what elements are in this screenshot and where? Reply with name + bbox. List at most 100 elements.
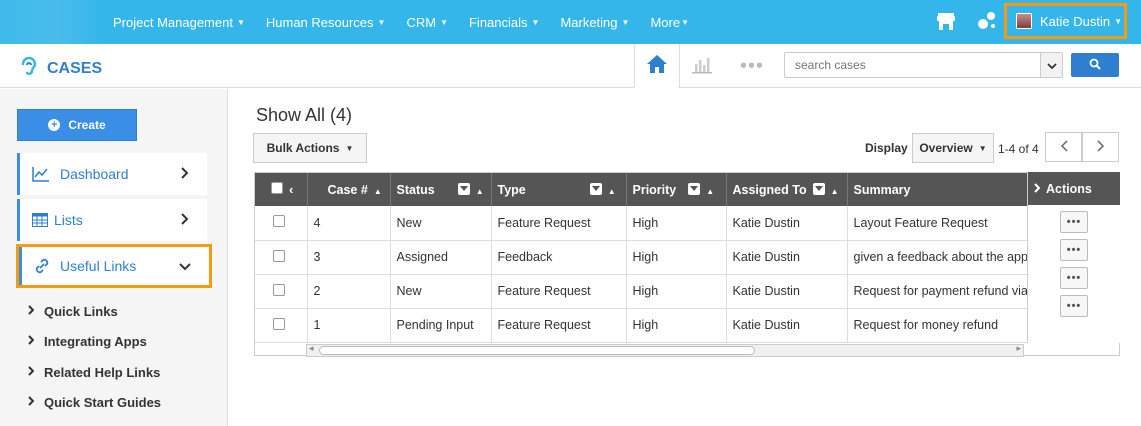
row-checkbox[interactable] (273, 249, 285, 262)
app-logo[interactable] (0, 0, 100, 44)
home-icon (646, 54, 668, 77)
priority-cell: High (626, 206, 727, 241)
sidebar-item-label: Dashboard (60, 166, 129, 182)
select-all-checkbox[interactable] (271, 182, 283, 194)
priority-cell: High (626, 240, 727, 275)
filter-icon[interactable] (688, 182, 701, 195)
ellipsis-icon: ••• (1066, 244, 1082, 256)
integrating-apps-item[interactable]: Integrating Apps (28, 334, 147, 349)
actions-header-label: Actions (1046, 181, 1092, 196)
chevron-down-icon (1046, 58, 1057, 73)
status-cell: New (390, 274, 492, 309)
row-checkbox[interactable] (273, 317, 285, 330)
chevron-right-icon (28, 335, 35, 348)
quick-start-guides-item[interactable]: Quick Start Guides (28, 395, 161, 410)
nav-label: Financials (468, 14, 528, 30)
filter-icon[interactable] (457, 182, 470, 195)
nav-marketing[interactable]: Marketing ▼ (560, 15, 629, 30)
type-cell: Feature Request (491, 308, 627, 343)
cases-table: ‹ Case # ▲ Status ▲ Type ▲ Priority ▲ Assign… (254, 172, 1120, 356)
horizontal-scrollbar[interactable]: ◂ ▸ (306, 343, 1024, 357)
scroll-right-icon[interactable]: ▸ (1016, 343, 1021, 354)
sidebar-item-dashboard[interactable]: Dashboard (17, 153, 207, 195)
create-button[interactable]: + Create (17, 109, 137, 141)
caret-down-icon: ▼ (1114, 16, 1123, 26)
reports-view-button[interactable] (679, 44, 723, 88)
quick-links-item[interactable]: Quick Links (28, 304, 118, 319)
column-header-summary[interactable]: Summary (847, 173, 1036, 206)
sidebar: + Create Dashboard Lists Useful Links Qu… (0, 89, 228, 426)
row-actions-button[interactable]: ••• (1060, 267, 1088, 289)
column-header-priority[interactable]: Priority ▲ (626, 173, 727, 206)
row-actions-button[interactable]: ••• (1060, 211, 1088, 233)
related-help-links-item[interactable]: Related Help Links (28, 365, 160, 380)
column-header-case[interactable]: Case # ▲ (307, 173, 391, 206)
nav-financials[interactable]: Financials ▼ (469, 15, 539, 30)
assigned-cell: Katie Dustin (726, 274, 848, 309)
search-input[interactable] (785, 53, 1035, 77)
select-all-header: ‹ (255, 173, 308, 206)
home-view-button[interactable] (634, 44, 678, 88)
ellipsis-icon: ••• (1066, 272, 1082, 284)
summary-cell[interactable]: Request for payment refund via l (847, 274, 1036, 309)
filter-icon[interactable] (589, 182, 602, 195)
table-icon (32, 213, 48, 227)
collapse-left-icon[interactable]: ‹ (289, 182, 293, 197)
module-title-label: CASES (47, 59, 103, 77)
row-actions-button[interactable]: ••• (1060, 239, 1088, 261)
module-title[interactable]: CASES (19, 55, 102, 82)
column-label: Priority (632, 182, 677, 197)
summary-cell[interactable]: given a feedback about the app (847, 240, 1036, 275)
column-header-assigned-to[interactable]: Assigned To ▲ (726, 173, 848, 206)
nav-more[interactable]: More▼ (650, 15, 689, 30)
filter-icon[interactable] (812, 182, 825, 195)
summary-cell[interactable]: Request for money refund (847, 308, 1036, 343)
summary-cell[interactable]: Layout Feature Request (847, 206, 1036, 241)
actions-header: Actions (1028, 172, 1120, 205)
sort-asc-icon: ▲ (706, 186, 715, 196)
search-button[interactable] (1071, 53, 1119, 77)
table-row[interactable]: 4 New Feature Request High Katie Dustin … (255, 206, 1036, 241)
display-label: Display (865, 141, 908, 155)
row-actions-button[interactable]: ••• (1060, 295, 1088, 317)
sidebar-item-lists[interactable]: Lists (17, 199, 207, 241)
bulk-actions-label: Bulk Actions (266, 141, 340, 155)
table-row[interactable]: 2 New Feature Request High Katie Dustin … (255, 274, 1036, 309)
user-menu[interactable]: Katie Dustin ▼ (1004, 3, 1127, 39)
bulk-actions-button[interactable]: Bulk Actions ▼ (253, 133, 367, 163)
more-views-button[interactable]: ••• (730, 44, 774, 88)
assigned-cell: Katie Dustin (726, 308, 848, 343)
table-row[interactable]: 1 Pending Input Feature Request High Kat… (255, 308, 1036, 343)
display-select[interactable]: Overview ▼ (912, 133, 994, 163)
sort-asc-icon: ▲ (607, 186, 616, 196)
chevron-right-icon (181, 166, 189, 182)
next-page-button[interactable] (1082, 132, 1119, 162)
link-label: Related Help Links (44, 365, 161, 380)
user-name: Katie Dustin (1040, 13, 1111, 29)
nav-project-management[interactable]: Project Management ▼ (113, 15, 245, 30)
column-header-status[interactable]: Status ▲ (390, 173, 492, 206)
top-nav-menu: Project Management ▼ Human Resources ▼ CRM… (113, 0, 710, 44)
scroll-left-icon[interactable]: ◂ (309, 343, 314, 354)
caret-down-icon: ▼ (440, 17, 448, 27)
row-select-cell (255, 308, 308, 343)
table-row[interactable]: 3 Assigned Feedback High Katie Dustin gi… (255, 240, 1036, 275)
priority-cell: High (626, 308, 727, 343)
nav-human-resources[interactable]: Human Resources ▼ (266, 15, 386, 30)
store-icon[interactable] (936, 10, 956, 35)
social-connect-icon[interactable] (976, 10, 998, 35)
row-checkbox[interactable] (273, 283, 285, 296)
caret-down-icon: ▼ (377, 17, 386, 27)
prev-page-button[interactable] (1045, 132, 1082, 162)
case-number: 2 (307, 274, 391, 309)
search-dropdown-button[interactable] (1040, 53, 1062, 77)
nav-label: Marketing (560, 14, 618, 30)
sidebar-item-useful-links[interactable]: Useful Links (16, 244, 212, 288)
row-checkbox[interactable] (273, 215, 285, 228)
search-icon (1089, 58, 1101, 73)
scrollbar-thumb[interactable] (319, 346, 755, 355)
nav-crm[interactable]: CRM ▼ (406, 15, 448, 30)
chevron-right-icon[interactable] (1034, 182, 1041, 196)
caret-down-icon: ▼ (978, 143, 987, 153)
column-header-type[interactable]: Type ▲ (491, 173, 627, 206)
